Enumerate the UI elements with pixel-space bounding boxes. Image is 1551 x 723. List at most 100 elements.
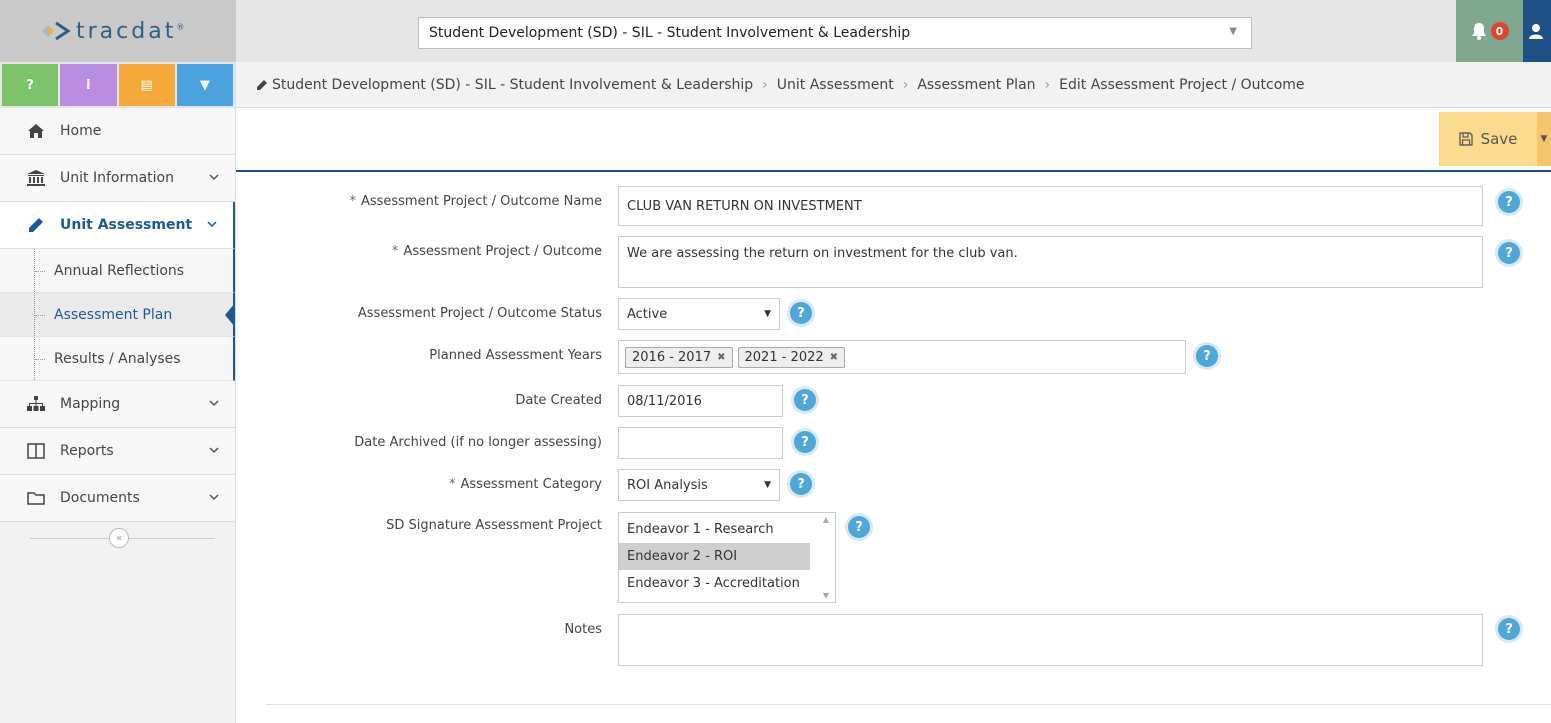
date-archived-input[interactable] bbox=[618, 427, 783, 459]
unit-select[interactable]: Student Development (SD) - SIL - Student… bbox=[418, 17, 1252, 49]
category-row: * Assessment Category ROI Analysis ▼ ? bbox=[236, 469, 1551, 501]
outcome-name-input[interactable]: CLUB VAN RETURN ON INVESTMENT bbox=[618, 186, 1483, 226]
chevron-down-icon bbox=[207, 221, 217, 228]
brand-name: tracdat® bbox=[76, 18, 188, 44]
remove-tag-icon[interactable]: ✖ bbox=[717, 352, 725, 363]
breadcrumb-item-assessment-plan[interactable]: Assessment Plan bbox=[917, 77, 1035, 93]
double-chevron-left-icon: « bbox=[115, 532, 123, 544]
chevron-down-icon bbox=[209, 400, 219, 407]
help-icon[interactable]: ? bbox=[1498, 242, 1520, 264]
save-options-dropdown[interactable]: ▼ bbox=[1537, 112, 1551, 166]
sitemap-icon bbox=[26, 396, 46, 412]
edit-assessment-form: * Assessment Project / Outcome Name CLUB … bbox=[236, 172, 1551, 723]
collapse-sidebar-button[interactable]: « bbox=[109, 528, 129, 548]
filter-quick-button[interactable]: ▼ bbox=[176, 64, 233, 106]
notes-label: Notes bbox=[564, 622, 602, 637]
planned-years-row: Planned Assessment Years 2016 - 2017 ✖ 20… bbox=[236, 340, 1551, 374]
planned-years-label: Planned Assessment Years bbox=[429, 348, 602, 363]
chevron-down-icon bbox=[209, 174, 219, 181]
breadcrumb: Student Development (SD) - SIL - Student… bbox=[236, 62, 1551, 108]
help-icon[interactable]: ? bbox=[790, 302, 812, 324]
tracdat-arrow-icon bbox=[42, 21, 71, 41]
help-icon[interactable]: ? bbox=[848, 516, 870, 538]
caret-down-icon: ▼ bbox=[764, 309, 771, 319]
year-tag[interactable]: 2016 - 2017 ✖ bbox=[625, 346, 733, 368]
description-label: * Assessment Project / Outcome bbox=[391, 244, 602, 259]
sidebar-subitem-annual-reflections[interactable]: Annual Reflections bbox=[0, 249, 235, 293]
quick-buttons: ? i ▤ ▼ bbox=[0, 62, 235, 108]
sidebar-item-unit-assessment[interactable]: Unit Assessment bbox=[0, 202, 235, 249]
breadcrumb-item-unit[interactable]: Student Development (SD) - SIL - Student… bbox=[272, 77, 753, 93]
help-icon[interactable]: ? bbox=[794, 389, 816, 411]
breadcrumb-separator-icon: › bbox=[762, 76, 768, 93]
notification-count-badge: 0 bbox=[1490, 22, 1509, 40]
pencil-icon bbox=[26, 217, 46, 233]
pencil-icon bbox=[257, 79, 267, 90]
divider bbox=[266, 704, 1551, 705]
brand-logo[interactable]: tracdat® bbox=[0, 0, 236, 62]
chevron-down-icon bbox=[209, 494, 219, 501]
help-icon[interactable]: ? bbox=[1498, 191, 1520, 213]
list-item[interactable]: Endeavor 3 - Accreditation bbox=[619, 570, 810, 597]
notes-textarea[interactable] bbox=[618, 614, 1483, 666]
sidebar-item-unit-information[interactable]: Unit Information bbox=[0, 155, 235, 202]
date-created-input[interactable]: 08/11/2016 bbox=[618, 385, 783, 417]
breadcrumb-separator-icon: › bbox=[902, 76, 909, 93]
sidebar-subitem-label: Annual Reflections bbox=[54, 262, 185, 279]
caret-down-icon: ▼ bbox=[764, 480, 771, 490]
list-quick-button[interactable]: ▤ bbox=[118, 64, 175, 106]
status-label: Assessment Project / Outcome Status bbox=[357, 306, 602, 321]
breadcrumb-item-unit-assessment[interactable]: Unit Assessment bbox=[777, 77, 894, 93]
user-icon bbox=[1529, 24, 1543, 39]
list-item[interactable]: Endeavor 1 - Research bbox=[619, 516, 810, 543]
save-button-label: Save bbox=[1480, 130, 1518, 148]
active-pointer bbox=[225, 303, 235, 327]
sidebar-subitem-results-analyses[interactable]: Results / Analyses bbox=[0, 337, 235, 381]
help-icon[interactable]: ? bbox=[1498, 618, 1520, 640]
category-select[interactable]: ROI Analysis ▼ bbox=[618, 469, 780, 501]
sidebar-collapse-row: « bbox=[0, 522, 235, 554]
status-select[interactable]: Active ▼ bbox=[618, 298, 780, 330]
bank-icon bbox=[26, 170, 46, 186]
sidebar-item-label: Unit Information bbox=[60, 170, 174, 186]
category-label: * Assessment Category bbox=[449, 477, 602, 492]
toolbar: Save ▼ bbox=[236, 108, 1551, 172]
chevron-down-icon bbox=[209, 447, 219, 454]
help-icon[interactable]: ? bbox=[1196, 345, 1218, 367]
scroll-down-icon[interactable]: ▼ bbox=[823, 591, 829, 600]
description-row: * Assessment Project / Outcome We are ass… bbox=[236, 236, 1551, 288]
scroll-up-icon[interactable]: ▲ bbox=[823, 515, 829, 524]
notes-row: Notes ? bbox=[236, 614, 1551, 666]
sidebar-item-label: Documents bbox=[60, 490, 140, 506]
remove-tag-icon[interactable]: ✖ bbox=[830, 352, 838, 363]
list-item[interactable]: Endeavor 2 - ROI bbox=[619, 543, 810, 570]
save-button[interactable]: Save bbox=[1439, 112, 1537, 166]
home-icon bbox=[26, 123, 46, 139]
chevron-down-icon: ▼ bbox=[1229, 26, 1237, 37]
date-created-row: Date Created 08/11/2016 ? bbox=[236, 385, 1551, 417]
help-quick-button[interactable]: ? bbox=[2, 64, 59, 106]
sidebar-item-label: Unit Assessment bbox=[60, 217, 193, 233]
bell-icon bbox=[1471, 23, 1486, 40]
sidebar-subitem-label: Results / Analyses bbox=[54, 350, 181, 367]
help-icon[interactable]: ? bbox=[794, 431, 816, 453]
notifications-button[interactable]: 0 bbox=[1456, 0, 1523, 62]
outcome-description-textarea[interactable]: We are assessing the return on investmen… bbox=[618, 236, 1483, 288]
name-row: * Assessment Project / Outcome Name CLUB … bbox=[236, 186, 1551, 226]
help-icon[interactable]: ? bbox=[790, 473, 812, 495]
year-tag[interactable]: 2021 - 2022 ✖ bbox=[737, 346, 846, 368]
info-quick-button[interactable]: i bbox=[60, 64, 117, 106]
columns-icon bbox=[26, 443, 46, 459]
sidebar-item-reports[interactable]: Reports bbox=[0, 428, 235, 475]
floppy-disk-icon bbox=[1458, 132, 1473, 146]
date-created-label: Date Created bbox=[515, 393, 602, 408]
signature-listbox[interactable]: Endeavor 1 - Research Endeavor 2 - ROI E… bbox=[618, 512, 836, 603]
sidebar-item-label: Home bbox=[60, 123, 102, 139]
planned-years-multiselect[interactable]: 2016 - 2017 ✖ 2021 - 2022 ✖ bbox=[618, 340, 1186, 374]
user-menu-button[interactable] bbox=[1523, 0, 1551, 62]
sidebar-subitem-assessment-plan[interactable]: Assessment Plan bbox=[0, 293, 235, 337]
caret-down-icon: ▼ bbox=[1540, 134, 1548, 144]
sidebar-item-mapping[interactable]: Mapping bbox=[0, 381, 235, 428]
sidebar-item-home[interactable]: Home bbox=[0, 108, 235, 155]
sidebar-item-documents[interactable]: Documents bbox=[0, 475, 235, 522]
